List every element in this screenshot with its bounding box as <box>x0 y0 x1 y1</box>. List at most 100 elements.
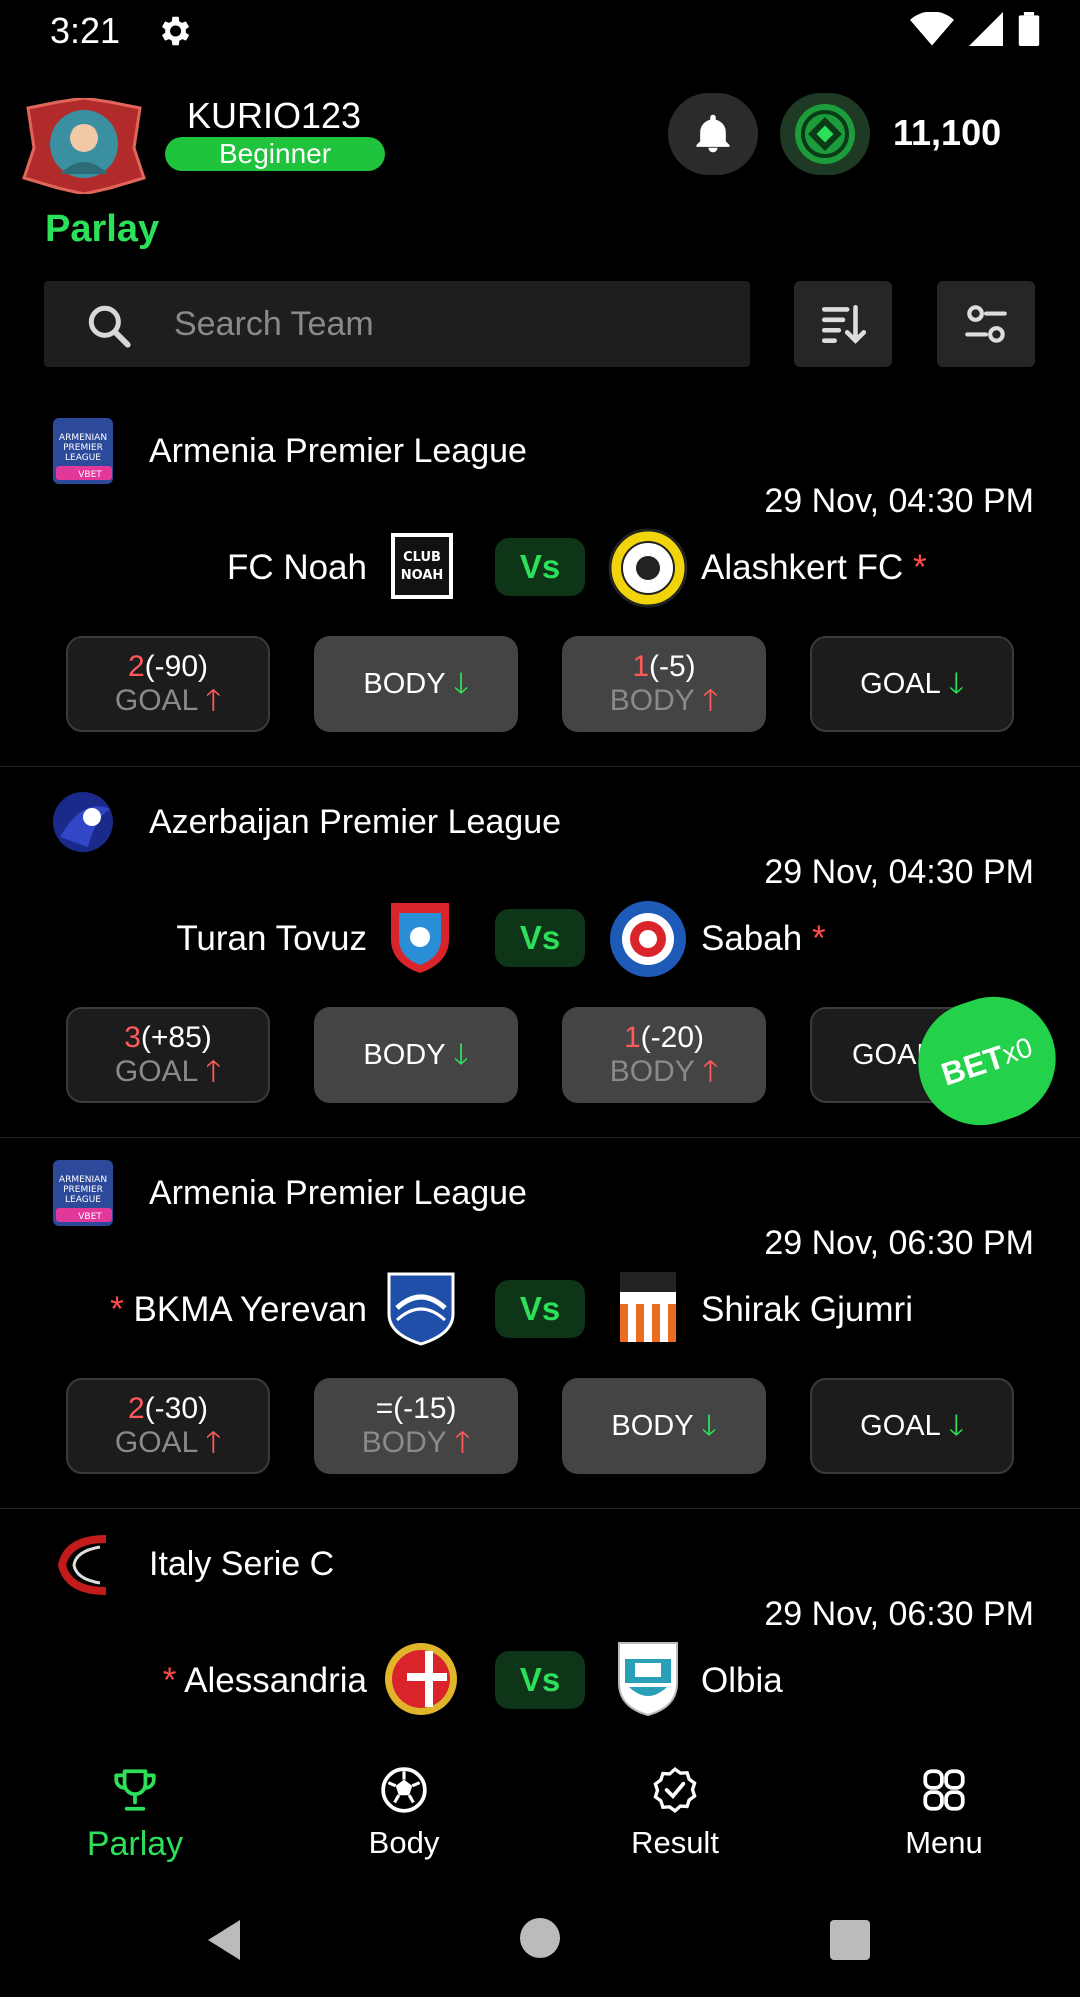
home-team: Turan Tovuz <box>176 919 367 958</box>
odds-body-away[interactable]: 1(-20) BODY 🡑 <box>562 1007 766 1103</box>
soccer-ball-icon <box>381 1767 427 1813</box>
nav-result[interactable]: Result <box>575 1765 775 1861</box>
search-icon <box>88 305 131 348</box>
trophy-icon <box>114 1769 156 1811</box>
shirak-logo <box>620 1272 676 1342</box>
bottom-nav: Parlay Body Result Menu <box>0 1745 1080 1875</box>
league-name: Armenia Premier League <box>149 1174 527 1212</box>
rank-badge: Beginner <box>165 137 385 171</box>
nav-parlay[interactable]: Parlay <box>35 1765 235 1864</box>
home-team: * Alessandria <box>162 1661 367 1700</box>
arrow-up-icon: 🡑 <box>205 1426 222 1459</box>
odds-body-home[interactable]: BODY 🡓 <box>314 636 518 732</box>
bkma-yerevan-logo <box>387 1272 455 1346</box>
arrow-down-icon: 🡓 <box>948 668 964 700</box>
coin-icon <box>795 104 855 164</box>
page-title: Parlay <box>45 208 160 250</box>
nav-menu[interactable]: Menu <box>844 1765 1044 1861</box>
arrow-up-icon: 🡑 <box>205 684 222 717</box>
away-team: Shirak Gjumri <box>701 1290 913 1329</box>
odds-body-away[interactable]: 1(-5) BODY 🡑 <box>562 636 766 732</box>
kickoff-time: 29 Nov, 06:30 PM <box>764 1595 1034 1633</box>
recents-icon[interactable] <box>830 1920 870 1960</box>
favourite-star[interactable]: * <box>913 548 927 587</box>
sabah-logo <box>610 901 686 977</box>
league-name: Azerbaijan Premier League <box>149 803 562 841</box>
home-team: FC Noah <box>226 548 367 587</box>
svg-text:LEAGUE: LEAGUE <box>65 453 101 463</box>
kickoff-time: 29 Nov, 04:30 PM <box>764 482 1034 520</box>
svg-text:CLUB: CLUB <box>403 550 441 565</box>
vs-badge: Vs <box>495 538 585 596</box>
favourite-star[interactable]: * <box>812 919 826 958</box>
arrow-down-icon: 🡓 <box>701 1410 717 1442</box>
svg-text:ARMENIAN: ARMENIAN <box>59 433 107 443</box>
coin-wallet-button[interactable] <box>780 93 870 175</box>
odds-goal-home[interactable]: 2(-30) GOAL 🡑 <box>66 1378 270 1474</box>
svg-text:PREMIER: PREMIER <box>63 443 103 453</box>
armenia-league-logo: ARMENIANPREMIERLEAGUE VBET <box>53 1160 113 1226</box>
azerbaijan-league-logo <box>53 792 113 852</box>
odds-goal-away[interactable]: GOAL🡓 <box>810 636 1014 732</box>
match-card[interactable]: ARMENIAN PREMIER LEAGUE VBET Armenia Premie… <box>0 1138 1080 1509</box>
odds-goal-home[interactable]: 3(+85) GOAL 🡑 <box>66 1007 270 1103</box>
favourite-star[interactable]: * <box>110 1290 124 1329</box>
match-card[interactable]: ARMENIAN PREMIER LEAGUE VBET Armenia Premie… <box>0 396 1080 767</box>
arrow-up-icon: 🡑 <box>702 684 719 717</box>
username: KURIO123 <box>187 95 362 136</box>
svg-text:NOAH: NOAH <box>401 568 444 583</box>
turan-tovuz-logo <box>391 903 449 973</box>
coin-balance: 11,100 <box>893 112 1002 153</box>
notifications-button[interactable] <box>668 93 758 175</box>
arrow-up-icon: 🡑 <box>454 1426 471 1459</box>
bell-icon <box>696 114 730 153</box>
match-card[interactable]: Italy Serie C 29 Nov, 06:30 PM * Alessan… <box>0 1509 1080 1745</box>
svg-text:PREMIER: PREMIER <box>63 1185 103 1195</box>
vs-badge: Vs <box>495 1280 585 1338</box>
sort-button[interactable] <box>794 281 892 367</box>
check-badge-icon <box>653 1767 697 1813</box>
home-team: * BKMA Yerevan <box>110 1290 367 1329</box>
search-box[interactable] <box>44 281 750 367</box>
arrow-down-icon: 🡓 <box>453 668 469 700</box>
arrow-down-icon: 🡓 <box>948 1410 964 1442</box>
grid-icon <box>923 1769 965 1811</box>
arrow-up-icon: 🡑 <box>205 1055 222 1088</box>
vs-badge: Vs <box>495 909 585 967</box>
status-bar: 3:21 <box>0 0 1080 62</box>
armenia-league-logo: ARMENIANPREMIERLEAGUE VBET <box>53 418 113 484</box>
wifi-icon <box>910 12 954 46</box>
cell-signal-icon <box>969 12 1003 46</box>
alashkert-logo <box>608 528 688 608</box>
favourite-star[interactable]: * <box>163 1661 177 1700</box>
match-card[interactable]: Azerbaijan Premier League 29 Nov, 04:30 … <box>0 767 1080 1138</box>
search-input[interactable] <box>174 281 734 367</box>
system-nav-bar <box>0 1900 1080 1997</box>
odds-body-away[interactable]: BODY 🡓 <box>562 1378 766 1474</box>
arrow-down-icon: 🡓 <box>453 1039 469 1071</box>
away-team: Olbia <box>701 1661 783 1700</box>
odds-body-home[interactable]: =(-15) BODY 🡑 <box>314 1378 518 1474</box>
kickoff-time: 29 Nov, 06:30 PM <box>764 1224 1034 1262</box>
league-name: Italy Serie C <box>149 1545 335 1583</box>
olbia-logo <box>618 1642 678 1717</box>
battery-icon <box>1018 12 1040 46</box>
filter-button[interactable] <box>937 281 1035 367</box>
away-team: Sabah * <box>701 919 826 958</box>
odds-goal-away[interactable]: GOAL🡓 <box>810 1378 1014 1474</box>
home-icon[interactable] <box>520 1918 560 1958</box>
arrow-up-icon: 🡑 <box>702 1055 719 1088</box>
svg-text:LEAGUE: LEAGUE <box>65 1195 101 1205</box>
filter-icon <box>965 305 1007 343</box>
odds-body-home[interactable]: BODY 🡓 <box>314 1007 518 1103</box>
vs-badge: Vs <box>495 1651 585 1709</box>
avatar[interactable] <box>18 98 150 194</box>
svg-text:VBET: VBET <box>78 470 102 480</box>
back-icon[interactable] <box>204 1918 244 1962</box>
league-name: Armenia Premier League <box>149 432 527 470</box>
nav-body[interactable]: Body <box>304 1765 504 1861</box>
kickoff-time: 29 Nov, 04:30 PM <box>764 853 1034 891</box>
svg-text:ARMENIAN: ARMENIAN <box>59 1175 107 1185</box>
serie-c-logo <box>57 1535 107 1595</box>
odds-goal-home[interactable]: 2(-90) GOAL 🡑 <box>66 636 270 732</box>
